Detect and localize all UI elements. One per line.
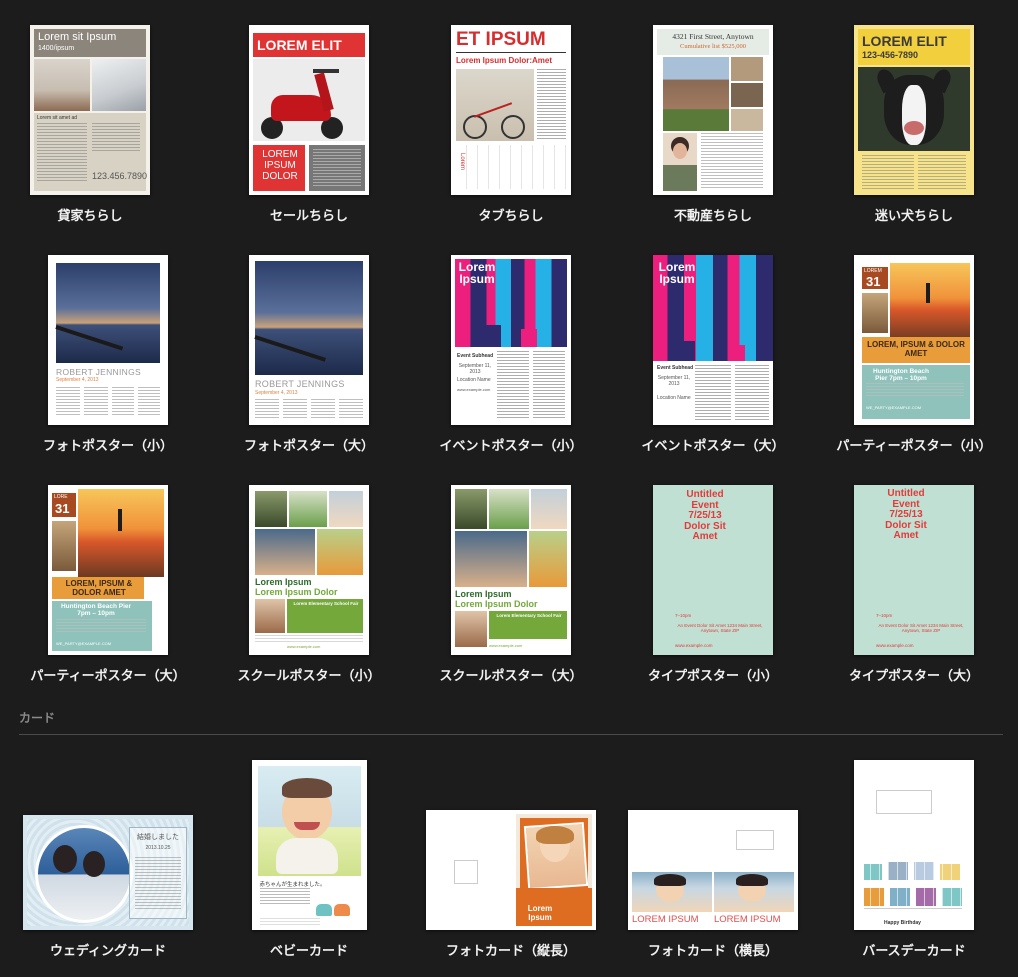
template-label: イベントポスター（小） — [439, 439, 583, 454]
template-thumbnail[interactable]: 結婚しました 2013.10.25 — [23, 815, 193, 930]
template-thumbnail[interactable]: Lorem Ipsum — [426, 810, 596, 930]
template-wedding-card[interactable]: 結婚しました 2013.10.25 ウェディングカード — [18, 815, 198, 959]
template-label: ベビーカード — [269, 944, 348, 959]
template-real-estate-flyer[interactable]: 4321 First Street, Anytown Cumulative li… — [623, 25, 803, 224]
template-label: タブちらし — [478, 209, 544, 224]
template-thumbnail[interactable]: LOREM ELIT 123-456-7890 — [854, 25, 974, 195]
template-thumbnail[interactable]: Lorem Ipsum Lorem Ipsum Dolor Lorem Elem… — [451, 485, 571, 655]
template-thumbnail[interactable]: Lorem Ipsum Event Subhead September 11, … — [653, 255, 773, 425]
template-photo-card-portrait[interactable]: Lorem Ipsum フォトカード（縦長） — [421, 810, 601, 959]
template-thumbnail[interactable]: Lorem Ipsum Lorem Ipsum Dolor Lorem Elem… — [249, 485, 369, 655]
template-type-poster-small[interactable]: Untitled Event 7/25/13 Dolor Sit Amet 7–… — [623, 485, 803, 684]
template-thumbnail[interactable]: ROBERT JENNINGS September 4, 2013 — [249, 255, 369, 425]
template-thumbnail[interactable]: Untitled Event 7/25/13 Dolor Sit Amet 7–… — [653, 485, 773, 655]
template-thumbnail[interactable]: ROBERT JENNINGS September 4, 2013 — [48, 255, 168, 425]
thumb-title: Lorem sit Ipsum — [38, 31, 117, 43]
template-label: ウェディングカード — [49, 944, 167, 959]
template-rental-flyer[interactable]: Lorem sit Ipsum 1400/ipsum Lorem sit ame… — [0, 25, 180, 224]
template-thumbnail[interactable]: Lorem Ipsum Event Subhead September 11, … — [451, 255, 571, 425]
template-label: スクールポスター（小） — [237, 669, 381, 684]
template-label: フォトカード（横長） — [647, 944, 778, 959]
template-photo-poster-small[interactable]: ROBERT JENNINGS September 4, 2013 フォトポスタ… — [18, 255, 198, 454]
template-label: フォトポスター（大） — [243, 439, 374, 454]
template-thumbnail[interactable]: LORE 31 LOREM, IPSUM & DOLOR AMET Huntin… — [48, 485, 168, 655]
template-label: セールちらし — [269, 209, 348, 224]
template-lost-dog-flyer[interactable]: LOREM ELIT 123-456-7890 迷い犬ちらし — [824, 25, 1004, 224]
template-thumbnail[interactable]: 4321 First Street, Anytown Cumulative li… — [653, 25, 773, 195]
template-label: イベントポスター（大） — [641, 439, 785, 454]
template-school-poster-large[interactable]: Lorem Ipsum Lorem Ipsum Dolor Lorem Elem… — [421, 485, 601, 684]
template-birthday-card[interactable]: Happy Birthday バースデーカード — [824, 760, 1004, 959]
template-label: フォトポスター（小） — [42, 439, 173, 454]
template-label: フォトカード（縦長） — [445, 944, 576, 959]
template-label: バースデーカード — [862, 944, 966, 959]
template-school-poster-small[interactable]: Lorem Ipsum Lorem Ipsum Dolor Lorem Elem… — [219, 485, 399, 684]
template-thumbnail[interactable]: ET IPSUM Lorem Ipsum Dolor:Amet Lorem — [451, 25, 571, 195]
template-thumbnail[interactable]: Happy Birthday — [854, 760, 974, 930]
template-label: 迷い犬ちらし — [874, 209, 953, 224]
template-label: 貸家ちらし — [57, 209, 123, 224]
template-label: タイプポスター（小） — [647, 669, 778, 684]
template-thumbnail[interactable]: Untitled Event 7/25/13 Dolor Sit Amet 7–… — [854, 485, 974, 655]
template-photo-poster-large[interactable]: ROBERT JENNINGS September 4, 2013 フォトポスタ… — [219, 255, 399, 454]
template-party-poster-large[interactable]: LORE 31 LOREM, IPSUM & DOLOR AMET Huntin… — [18, 485, 198, 684]
template-photo-card-landscape[interactable]: LOREM IPSUM LOREM IPSUM フォトカード（横長） — [623, 810, 803, 959]
template-thumbnail[interactable]: LOREM 31 LOREM, IPSUM & DOLOR AMET Hunti… — [854, 255, 974, 425]
section-divider — [19, 734, 1003, 735]
template-thumbnail[interactable]: 赤ちゃんが生まれました。 — [251, 760, 367, 930]
template-label: スクールポスター（大） — [439, 669, 583, 684]
template-thumbnail[interactable]: Lorem sit Ipsum 1400/ipsum Lorem sit ame… — [30, 25, 150, 195]
template-label: タイプポスター（大） — [848, 669, 979, 684]
thumb-subtitle: 1400/ipsum — [38, 45, 75, 52]
template-label: パーティーポスター（小） — [836, 439, 992, 454]
template-label: パーティーポスター（大） — [30, 669, 186, 684]
template-thumbnail[interactable]: LOREM IPSUM LOREM IPSUM — [628, 810, 798, 930]
template-event-poster-large[interactable]: Lorem Ipsum Event Subhead September 11, … — [623, 255, 803, 454]
section-header-cards: カード — [19, 711, 56, 725]
template-party-poster-small[interactable]: LOREM 31 LOREM, IPSUM & DOLOR AMET Hunti… — [824, 255, 1004, 454]
template-baby-card[interactable]: 赤ちゃんが生まれました。 ベビーカード — [219, 760, 399, 959]
template-thumbnail[interactable]: LOREM ELIT LOREM IPSUM DOLOR — [249, 25, 369, 195]
template-label: 不動産ちらし — [673, 209, 752, 224]
template-tab-flyer[interactable]: ET IPSUM Lorem Ipsum Dolor:Amet Lorem タブ… — [421, 25, 601, 224]
template-type-poster-large[interactable]: Untitled Event 7/25/13 Dolor Sit Amet 7–… — [824, 485, 1004, 684]
template-event-poster-small[interactable]: Lorem Ipsum Event Subhead September 11, … — [421, 255, 601, 454]
template-sale-flyer[interactable]: LOREM ELIT LOREM IPSUM DOLOR セールちらし — [219, 25, 399, 224]
